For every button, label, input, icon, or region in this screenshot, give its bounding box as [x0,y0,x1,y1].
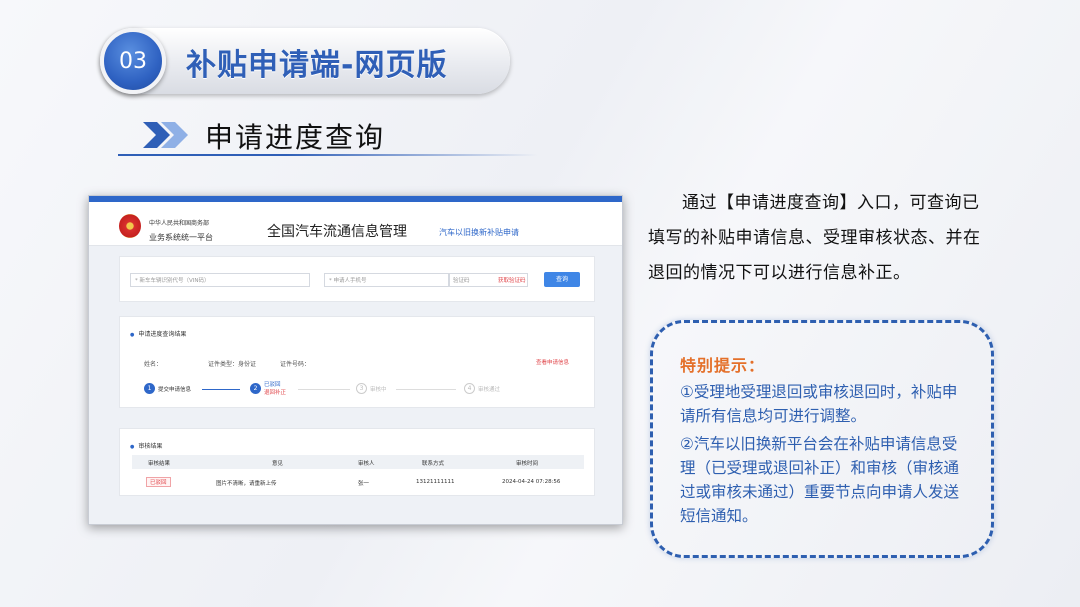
review-title: 审核结果 [130,441,162,450]
step-4-dot: 4 [464,383,475,394]
step-3-label: 审核中 [370,387,387,393]
get-code-link[interactable]: 获取验证码 [498,276,526,284]
intro-paragraph: 通过【申请进度查询】入口，可查询已填写的补贴申请信息、受理审核状态、并在退回的情… [648,193,981,283]
subsection-underline [118,154,538,156]
section-title: 补贴申请端-网页版 [186,48,448,83]
org-name: 中华人民共和国商务部 [149,220,210,227]
progress-panel: 申请进度查询结果 姓名： 证件类型：身份证 证件号码： 查看申请信息 1 提交申… [119,316,595,408]
progress-title: 申请进度查询结果 [130,329,186,338]
system-title: 全国汽车流通信息管理 [267,224,407,240]
platform-name: 业务系统统一平台 [149,233,213,242]
section-number-badge: 03 [100,28,166,94]
id-number-label: 证件号码： [280,361,311,368]
table-cell-opinion: 图片不清晰，请重新上传 [216,481,277,487]
table-header-cell: 审核时间 [516,461,539,467]
national-emblem-icon [119,214,141,238]
step-connector [202,389,240,390]
screenshot-header: 中华人民共和国商务部 业务系统统一平台 全国汽车流通信息管理 汽车以旧换新补贴申… [89,202,622,246]
review-result-panel: 审核结果 审核结果 意见 审核人 联系方式 审核时间 已驳回 图片不清晰，请重新… [119,428,595,496]
name-label: 姓名： [144,361,163,368]
step-2-sublabel: 退回补正 [264,390,287,396]
table-cell-reviewer: 张一 [358,481,370,487]
step-connector [396,389,456,390]
query-button[interactable]: 查询 [544,272,580,287]
phone-input[interactable]: * 申请人手机号 [324,273,450,287]
table-header-cell: 意见 [272,461,284,467]
table-header-cell: 审核人 [358,461,375,467]
notice-item-1: ①受理地受理退回或审核退回时，补贴申请所有信息均可进行调整。 [680,383,958,425]
step-4-label: 审核通过 [478,387,501,393]
id-type-label: 证件类型：身份证 [208,361,257,368]
query-form-panel: * 新车车辆识别代号（VIN码） * 申请人手机号 验证码 获取验证码 查询 [119,256,595,302]
notice-title: 特别提示： [680,356,766,375]
system-subtitle: 汽车以旧换新补贴申请 [439,228,519,237]
notice-item-2: ②汽车以旧换新平台会在补贴申请信息受理（已受理或退回补正）和审核（审核通过或审核… [680,435,960,525]
step-1-label: 提交申请信息 [158,387,192,393]
step-1-dot: 1 [144,383,155,394]
status-badge: 已驳回 [146,477,171,487]
step-connector [298,389,350,390]
table-cell-contact: 13121111111 [416,479,455,485]
view-application-link[interactable]: 查看申请信息 [536,358,569,366]
step-3-dot: 3 [356,383,367,394]
step-2-dot: 2 [250,383,261,394]
subsection-title: 申请进度查询 [205,121,386,154]
step-2-label: 已驳回 [264,382,281,388]
table-cell-time: 2024-04-24 07:28:56 [502,479,561,485]
table-header-cell: 审核结果 [148,461,171,467]
vin-input[interactable]: * 新车车辆识别代号（VIN码） [130,273,310,287]
double-chevron-icon [143,122,188,148]
embedded-screenshot: 中华人民共和国商务部 业务系统统一平台 全国汽车流通信息管理 汽车以旧换新补贴申… [88,195,623,525]
table-header-cell: 联系方式 [422,461,445,467]
